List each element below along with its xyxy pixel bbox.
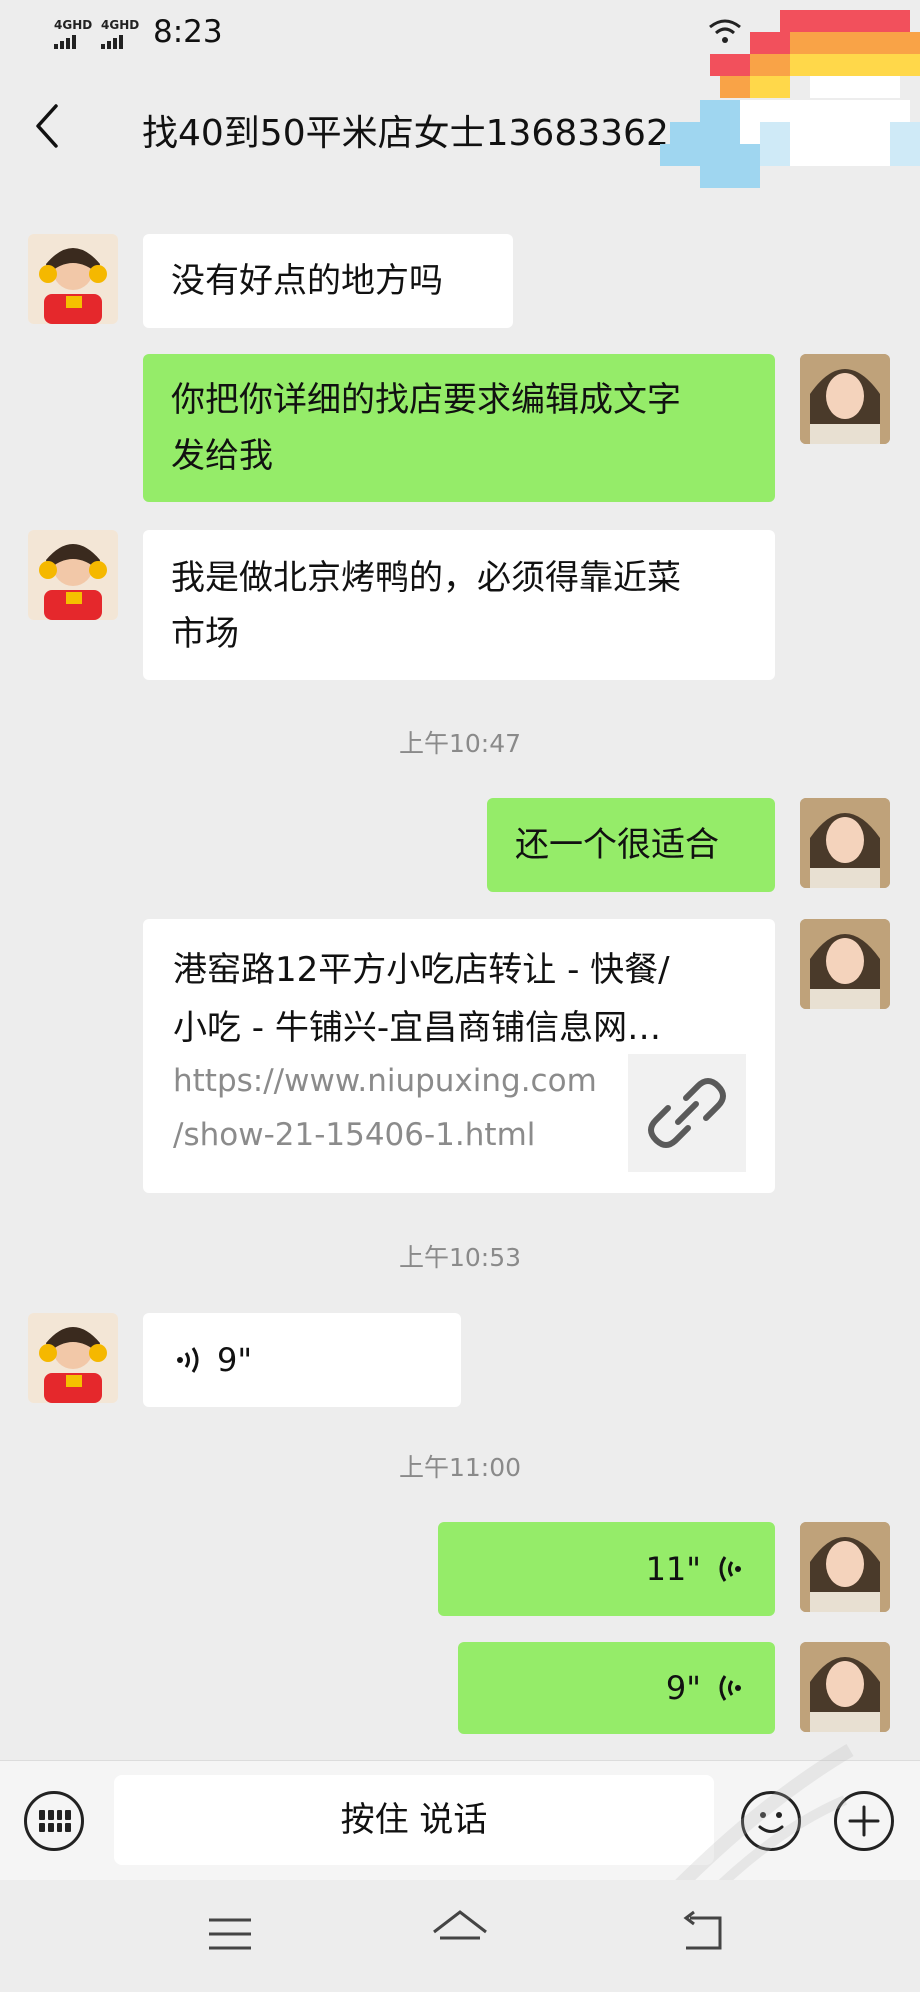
voice-message[interactable]: 11" [438, 1522, 775, 1616]
voice-message[interactable]: 9" [143, 1313, 461, 1407]
signal-indicator-2: 4GHD [101, 18, 139, 49]
avatar-self[interactable] [800, 354, 890, 444]
chat-title: 找40到50平米店女士13683362 [142, 113, 669, 154]
avatar-self[interactable] [800, 798, 890, 888]
voice-wave-icon [719, 1675, 741, 1701]
link-thumbnail [628, 1054, 746, 1172]
avatar-contact[interactable] [28, 530, 118, 620]
avatar-self[interactable] [800, 1642, 890, 1732]
link-title-line: 小吃 - 牛铺兴-宜昌商铺信息网… [173, 1008, 662, 1048]
voice-wave-icon [719, 1556, 741, 1582]
timestamp: 上午10:53 [398, 1243, 522, 1272]
message-bubble[interactable]: 你把你详细的找店要求编辑成文字 发给我 [143, 354, 775, 502]
link-url: https://www.niupuxing.com /show-21-15406… [173, 1054, 623, 1162]
menu-icon[interactable] [207, 1916, 253, 1952]
avatar-self[interactable] [800, 1522, 890, 1612]
voice-duration: 9" [217, 1341, 253, 1379]
message-bubble[interactable]: 没有好点的地方吗 [143, 234, 513, 328]
clock: 8:23 [153, 14, 223, 50]
voice-duration: 9" [665, 1669, 701, 1707]
link-url-line: https://www.niupuxing.com [173, 1063, 597, 1099]
link-url-line: /show-21-15406-1.html [173, 1117, 536, 1153]
signal-indicator-1: 4GHD [54, 18, 92, 49]
hold-to-talk-button[interactable]: 按住 说话 [114, 1775, 714, 1865]
voice-message[interactable]: 9" [458, 1642, 775, 1734]
avatar-contact[interactable] [28, 1313, 118, 1403]
chain-link-icon [648, 1078, 726, 1148]
timestamp: 上午10:47 [398, 729, 522, 758]
message-line: 我是做北京烤鸭的，必须得靠近菜 [171, 558, 681, 598]
message-bubble[interactable]: 还一个很适合 [487, 798, 775, 892]
avatar-self[interactable] [800, 919, 890, 1009]
voice-wave-icon [177, 1347, 199, 1373]
system-nav-bar [0, 1880, 920, 1992]
back-arrow-icon[interactable] [28, 102, 68, 150]
avatar-contact[interactable] [28, 234, 118, 324]
home-icon[interactable] [430, 1908, 490, 1954]
back-nav-icon[interactable] [680, 1910, 726, 1952]
timestamp: 上午11:00 [398, 1453, 522, 1482]
link-title: 港窑路12平方小吃店转让 - 快餐/ 小吃 - 牛铺兴-宜昌商铺信息网… [173, 941, 753, 1057]
link-card[interactable]: 港窑路12平方小吃店转让 - 快餐/ 小吃 - 牛铺兴-宜昌商铺信息网… htt… [143, 919, 775, 1193]
keyboard-icon[interactable] [24, 1791, 84, 1851]
rainbow-sticker [660, 10, 920, 188]
message-bubble[interactable]: 我是做北京烤鸭的，必须得靠近菜 市场 [143, 530, 775, 680]
message-line: 市场 [171, 614, 239, 654]
message-line: 发给我 [171, 436, 273, 476]
voice-duration: 11" [645, 1550, 701, 1588]
message-line: 你把你详细的找店要求编辑成文字 [171, 380, 681, 420]
link-title-line: 港窑路12平方小吃店转让 - 快餐/ [173, 950, 670, 990]
